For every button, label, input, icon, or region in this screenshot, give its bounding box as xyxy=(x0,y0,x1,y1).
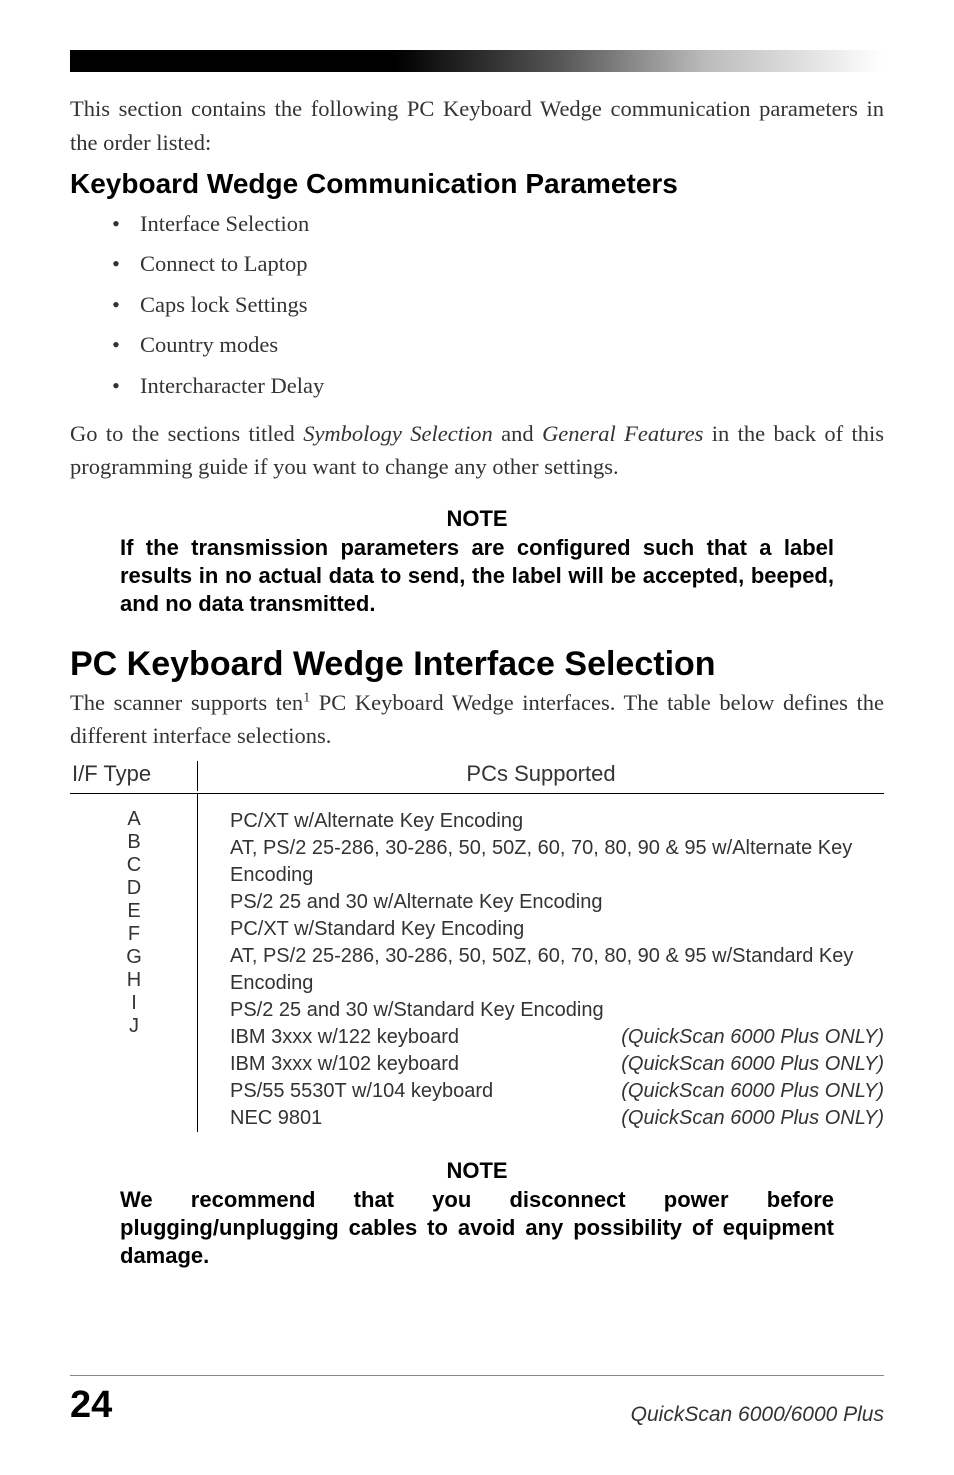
table-row: PC/XT w/Standard Key Encoding xyxy=(198,916,884,943)
page-footer: 24 QuickScan 6000/6000 Plus xyxy=(70,1375,884,1427)
table-row: AT, PS/2 25-286, 30-286, 50, 50Z, 60, 70… xyxy=(198,835,884,889)
desc-note xyxy=(874,889,884,916)
list-item: Caps lock Settings xyxy=(140,289,884,322)
footer-title: QuickScan 6000/6000 Plus xyxy=(631,1403,884,1427)
intro-paragraph: This section contains the following PC K… xyxy=(70,92,884,160)
scanner-supports-paragraph: The scanner supports ten1 PC Keyboard We… xyxy=(70,686,884,754)
header-bar xyxy=(70,50,884,72)
table-header-row: I/F Type PCs Supported xyxy=(70,761,884,794)
desc-note: (QuickScan 6000 Plus ONLY) xyxy=(611,1105,884,1132)
desc-note xyxy=(874,916,884,943)
desc-text: NEC 9801 xyxy=(230,1105,611,1132)
note-title: NOTE xyxy=(120,506,834,532)
page-number: 24 xyxy=(70,1384,112,1427)
desc-text: PS/2 25 and 30 w/Alternate Key Encoding xyxy=(230,889,874,916)
type-cell: G xyxy=(70,946,198,969)
desc-text: PS/55 5530T w/104 keyboard xyxy=(230,1078,611,1105)
desc-note xyxy=(874,943,884,997)
type-cell: I xyxy=(70,992,198,1015)
goto-paragraph: Go to the sections titled Symbology Sele… xyxy=(70,417,884,485)
desc-text: PC/XT w/Standard Key Encoding xyxy=(230,916,874,943)
table-row: PS/2 25 and 30 w/Standard Key Encoding xyxy=(198,997,884,1024)
table-body: A B C D E F G H I J PC/XT w/Alternate Ke… xyxy=(70,794,884,1132)
list-item: Intercharacter Delay xyxy=(140,370,884,403)
desc-note xyxy=(874,835,884,889)
list-item: Country modes xyxy=(140,329,884,362)
heading-interface-selection: PC Keyboard Wedge Interface Selection xyxy=(70,645,884,684)
desc-text: AT, PS/2 25-286, 30-286, 50, 50Z, 60, 70… xyxy=(230,835,874,889)
col-header-pcs: PCs Supported xyxy=(198,761,884,791)
heading-parameters: Keyboard Wedge Communication Parameters xyxy=(70,168,884,200)
desc-note xyxy=(874,808,884,835)
desc-text: IBM 3xxx w/122 keyboard xyxy=(230,1024,611,1051)
type-cell: A xyxy=(70,808,198,831)
symbology-ref: Symbology Selection xyxy=(303,421,493,446)
desc-note: (QuickScan 6000 Plus ONLY) xyxy=(611,1051,884,1078)
table-row: IBM 3xxx w/102 keyboard(QuickScan 6000 P… xyxy=(198,1051,884,1078)
desc-note xyxy=(874,997,884,1024)
text-fragment: The scanner supports ten xyxy=(70,690,303,715)
desc-text: IBM 3xxx w/102 keyboard xyxy=(230,1051,611,1078)
table-row: AT, PS/2 25-286, 30-286, 50, 50Z, 60, 70… xyxy=(198,943,884,997)
type-cell: F xyxy=(70,923,198,946)
table-row: IBM 3xxx w/122 keyboard(QuickScan 6000 P… xyxy=(198,1024,884,1051)
parameters-list: Interface Selection Connect to Laptop Ca… xyxy=(70,208,884,403)
note-body: We recommend that you disconnect power b… xyxy=(120,1186,834,1270)
type-cell: C xyxy=(70,854,198,877)
text-fragment: and xyxy=(493,421,542,446)
general-features-ref: General Features xyxy=(542,421,703,446)
note-block: NOTE If the transmission parameters are … xyxy=(120,506,834,618)
desc-note: (QuickScan 6000 Plus ONLY) xyxy=(611,1078,884,1105)
note-body: If the transmission parameters are confi… xyxy=(120,534,834,618)
table-row: PS/55 5530T w/104 keyboard(QuickScan 600… xyxy=(198,1078,884,1105)
type-cell: J xyxy=(70,1015,198,1038)
note-title: NOTE xyxy=(120,1158,834,1184)
col-header-type: I/F Type xyxy=(70,761,198,791)
type-column: A B C D E F G H I J xyxy=(70,794,198,1132)
table-row: PC/XT w/Alternate Key Encoding xyxy=(198,808,884,835)
list-item: Connect to Laptop xyxy=(140,248,884,281)
table-row: PS/2 25 and 30 w/Alternate Key Encoding xyxy=(198,889,884,916)
desc-note: (QuickScan 6000 Plus ONLY) xyxy=(611,1024,884,1051)
desc-text: PC/XT w/Alternate Key Encoding xyxy=(230,808,874,835)
desc-text: PS/2 25 and 30 w/Standard Key Encoding xyxy=(230,997,874,1024)
type-cell: D xyxy=(70,877,198,900)
type-cell: H xyxy=(70,969,198,992)
type-cell: E xyxy=(70,900,198,923)
text-fragment: Go to the sections titled xyxy=(70,421,303,446)
interface-table: I/F Type PCs Supported A B C D E F G H I… xyxy=(70,761,884,1132)
page: This section contains the following PC K… xyxy=(0,0,954,1475)
type-cell: B xyxy=(70,831,198,854)
desc-text: AT, PS/2 25-286, 30-286, 50, 50Z, 60, 70… xyxy=(230,943,874,997)
table-row: NEC 9801(QuickScan 6000 Plus ONLY) xyxy=(198,1105,884,1132)
note-block: NOTE We recommend that you disconnect po… xyxy=(120,1158,834,1270)
description-column: PC/XT w/Alternate Key Encoding AT, PS/2 … xyxy=(198,794,884,1132)
list-item: Interface Selection xyxy=(140,208,884,241)
